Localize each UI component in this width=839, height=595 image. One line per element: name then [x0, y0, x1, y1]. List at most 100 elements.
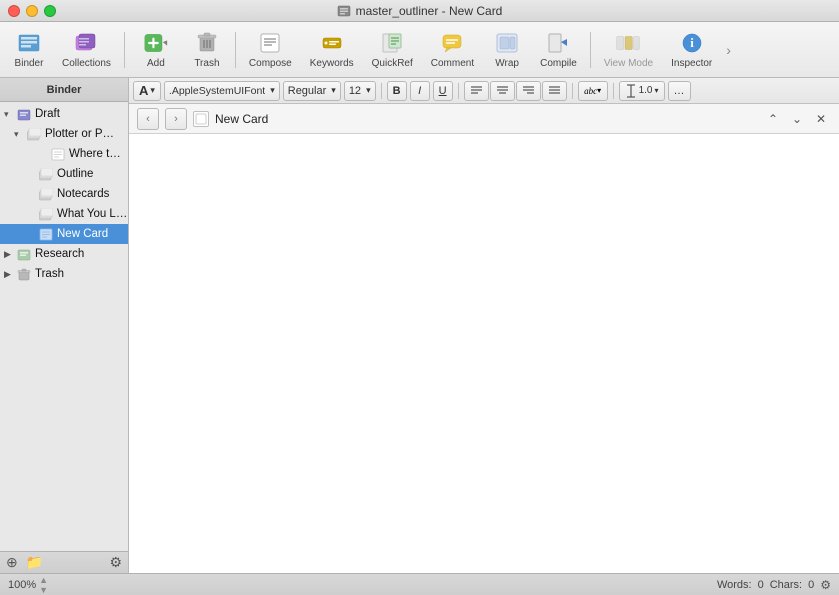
- viewmode-label: View Mode: [604, 58, 653, 69]
- inspector-tool[interactable]: i Inspector: [663, 26, 720, 74]
- fmt-sep-4: [613, 83, 614, 99]
- trash-label: Trash: [194, 58, 219, 69]
- editor-area: A ▾ .AppleSystemUIFont ▾ Regular ▾ 12 ▾ …: [129, 78, 839, 573]
- bold-button[interactable]: B: [387, 81, 407, 101]
- font-size-button[interactable]: A ▾: [133, 81, 161, 101]
- comment-label: Comment: [431, 58, 474, 69]
- add-icon: [144, 31, 168, 55]
- add-tool[interactable]: Add: [130, 26, 182, 74]
- research-icon: [16, 246, 32, 262]
- underline-button[interactable]: U: [433, 81, 453, 101]
- align-right-button[interactable]: [516, 81, 541, 101]
- inspector-label: Inspector: [671, 58, 712, 69]
- compose-label: Compose: [249, 58, 292, 69]
- binder-label: Binder: [15, 58, 44, 69]
- wrap-tool[interactable]: Wrap: [484, 26, 530, 74]
- font-name-select[interactable]: .AppleSystemUIFont ▾: [164, 81, 280, 101]
- research-label: Research: [35, 248, 84, 260]
- keywords-icon: [320, 31, 344, 55]
- words-value: 0: [758, 579, 764, 591]
- font-style-select[interactable]: Regular ▾: [283, 81, 341, 101]
- editor-header: ‹ › New Card ⌃ ⌄ ✕: [129, 104, 839, 134]
- tree-item-research[interactable]: ▶ Research: [0, 244, 128, 264]
- status-settings-icon[interactable]: ⚙: [820, 578, 831, 592]
- zoom-control[interactable]: 100% ▲▼: [8, 575, 48, 595]
- align-group: [464, 81, 567, 101]
- tree-item-draft[interactable]: ▾ Draft: [0, 104, 128, 124]
- tree-item-whatyou[interactable]: What You L…: [0, 204, 128, 224]
- editor-content[interactable]: [129, 134, 839, 573]
- app-icon: [337, 4, 351, 18]
- close-button[interactable]: [8, 5, 20, 17]
- document-icon: [193, 111, 209, 127]
- font-size-select[interactable]: 12 ▾: [344, 81, 376, 101]
- collapse-up-button[interactable]: ⌃: [763, 109, 783, 129]
- binder-icon: [17, 31, 41, 55]
- outline-icon: [38, 166, 54, 182]
- trash-tree-arrow: ▶: [4, 269, 16, 280]
- draft-icon: [16, 106, 32, 122]
- collections-icon: [74, 31, 98, 55]
- toolbar-chevron[interactable]: ›: [722, 38, 735, 62]
- words-label: Words:: [717, 579, 752, 591]
- binder-header: Binder: [0, 78, 128, 102]
- quickref-label: QuickRef: [372, 58, 413, 69]
- where-icon: [50, 146, 66, 162]
- editor-title: New Card: [215, 112, 268, 126]
- binder-tree: ▾ Draft ▾: [0, 102, 128, 551]
- trash-tree-label: Trash: [35, 268, 64, 280]
- notecards-label: Notecards: [57, 188, 109, 200]
- italic-button[interactable]: I: [410, 81, 430, 101]
- wrap-label: Wrap: [495, 58, 519, 69]
- tree-item-outline[interactable]: Outline: [0, 164, 128, 184]
- whatyou-icon: [38, 206, 54, 222]
- where-label: Where t…: [69, 148, 121, 160]
- chars-label: Chars:: [770, 579, 802, 591]
- nav-back-button[interactable]: ‹: [137, 108, 159, 130]
- collections-tool[interactable]: Collections: [54, 26, 119, 74]
- line-height-button[interactable]: 1.0 ▾: [619, 81, 665, 101]
- compose-tool[interactable]: Compose: [241, 26, 300, 74]
- viewmode-tool[interactable]: View Mode: [596, 26, 661, 74]
- quickref-tool[interactable]: QuickRef: [364, 26, 421, 74]
- compile-tool[interactable]: Compile: [532, 26, 585, 74]
- align-center-button[interactable]: [490, 81, 515, 101]
- align-justify-button[interactable]: [542, 81, 567, 101]
- binder-settings-button[interactable]: ⚙: [109, 554, 122, 571]
- chars-value: 0: [808, 579, 814, 591]
- binder-add-button[interactable]: ⊕: [6, 554, 18, 571]
- binder-tool[interactable]: Binder: [6, 26, 52, 74]
- text-color-button[interactable]: abc ▾: [578, 81, 608, 101]
- draft-label: Draft: [35, 108, 60, 120]
- toolbar: Binder Collections Add: [0, 22, 839, 78]
- plotter-icon: [26, 126, 42, 142]
- close-editor-button[interactable]: ✕: [811, 109, 831, 129]
- binder-addgroup-button[interactable]: 📁: [26, 554, 43, 571]
- whatyou-label: What You L…: [57, 208, 127, 220]
- research-arrow: ▶: [4, 249, 16, 260]
- nav-forward-button[interactable]: ›: [165, 108, 187, 130]
- draft-arrow: ▾: [4, 109, 16, 120]
- tree-item-trash[interactable]: ▶ Trash: [0, 264, 128, 284]
- status-bar: 100% ▲▼ Words: 0 Chars: 0 ⚙: [0, 573, 839, 595]
- align-left-button[interactable]: [464, 81, 489, 101]
- main-area: Binder ▾ Draft ▾: [0, 78, 839, 573]
- keywords-tool[interactable]: Keywords: [302, 26, 362, 74]
- viewmode-icon: [616, 31, 640, 55]
- minimize-button[interactable]: [26, 5, 38, 17]
- compile-label: Compile: [540, 58, 577, 69]
- keywords-label: Keywords: [310, 58, 354, 69]
- tree-item-newcard[interactable]: New Card: [0, 224, 128, 244]
- trash-tool[interactable]: Trash: [184, 26, 230, 74]
- tree-item-notecards[interactable]: Notecards: [0, 184, 128, 204]
- comment-tool[interactable]: Comment: [423, 26, 482, 74]
- zoom-stepper[interactable]: ▲▼: [39, 575, 48, 595]
- collapse-down-button[interactable]: ⌄: [787, 109, 807, 129]
- maximize-button[interactable]: [44, 5, 56, 17]
- binder-panel: Binder ▾ Draft ▾: [0, 78, 129, 573]
- plotter-label: Plotter or P…: [45, 128, 114, 140]
- window-title: master_outliner - New Card: [337, 4, 503, 18]
- tree-item-plotter[interactable]: ▾ Plotter or P…: [0, 124, 128, 144]
- more-format-button[interactable]: …: [668, 81, 691, 101]
- tree-item-where[interactable]: Where t…: [0, 144, 128, 164]
